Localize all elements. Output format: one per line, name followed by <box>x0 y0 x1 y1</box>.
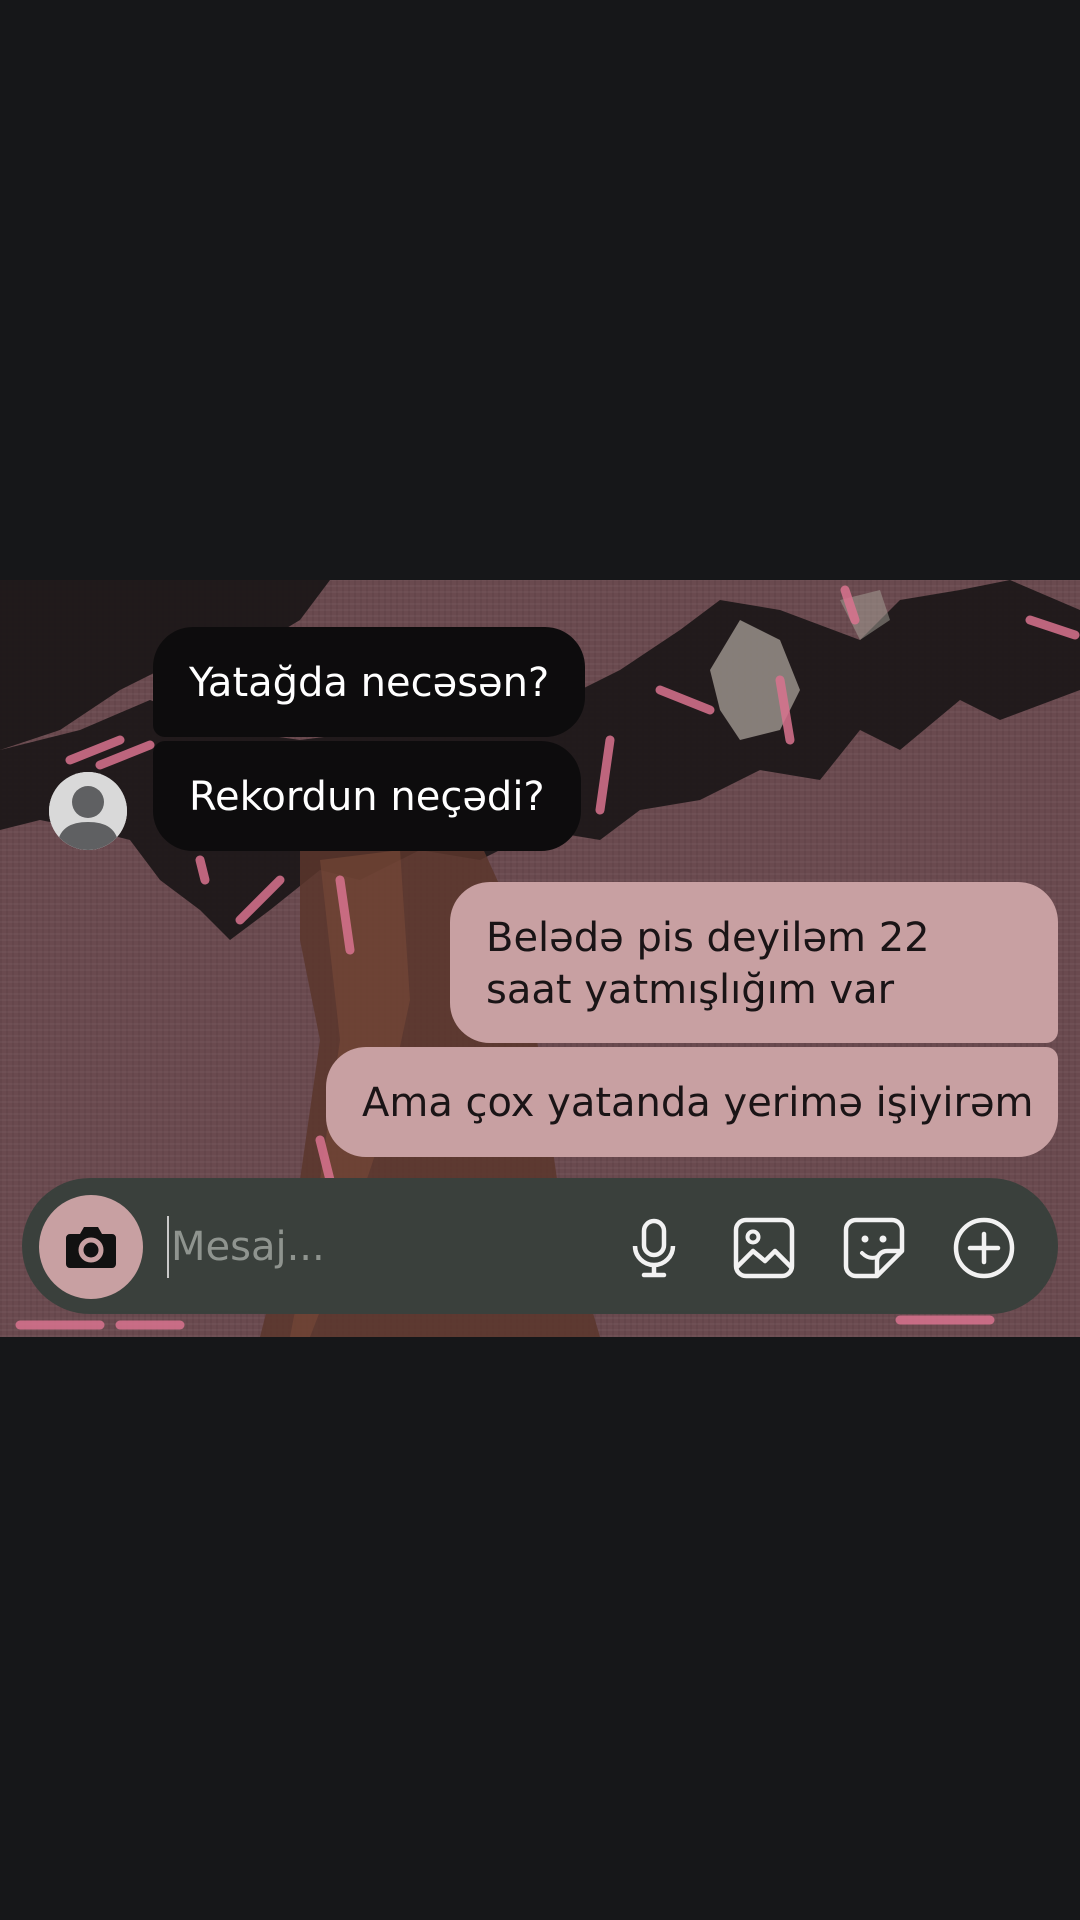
chat-panel: Yatağda necəsən? Rekordun neçədi? Belədə… <box>0 580 1080 1337</box>
add-attachment-button[interactable] <box>952 1216 1016 1280</box>
outgoing-message-1[interactable]: Belədə pis deyiləm 22 saat yatmışlığım v… <box>450 882 1058 1043</box>
outgoing-message-2[interactable]: Ama çox yatanda yerimə işiyirəm <box>326 1047 1058 1157</box>
incoming-message-2[interactable]: Rekordun neçədi? <box>153 741 581 851</box>
message-composer <box>22 1178 1058 1314</box>
screen: Yatağda necəsən? Rekordun neçədi? Belədə… <box>0 0 1080 1920</box>
contact-avatar[interactable] <box>49 772 127 850</box>
camera-icon <box>66 1227 116 1268</box>
gallery-icon <box>733 1217 795 1279</box>
message-input[interactable] <box>167 1216 613 1278</box>
gallery-button[interactable] <box>732 1216 796 1280</box>
incoming-message-2-text: Rekordun neçədi? <box>189 774 545 820</box>
outgoing-message-2-text: Ama çox yatanda yerimə işiyirəm <box>362 1080 1034 1126</box>
microphone-button[interactable] <box>622 1216 686 1280</box>
avatar-person-icon <box>49 772 127 850</box>
outgoing-message-1-text: Belədə pis deyiləm 22 saat yatmışlığım v… <box>486 915 930 1013</box>
incoming-message-1-text: Yatağda necəsən? <box>189 660 550 706</box>
microphone-icon <box>632 1218 676 1278</box>
plus-icon <box>953 1217 1015 1279</box>
sticker-button[interactable] <box>842 1216 906 1280</box>
sticker-icon <box>843 1217 905 1279</box>
incoming-message-1[interactable]: Yatağda necəsən? <box>153 627 586 737</box>
camera-button[interactable] <box>39 1195 143 1299</box>
